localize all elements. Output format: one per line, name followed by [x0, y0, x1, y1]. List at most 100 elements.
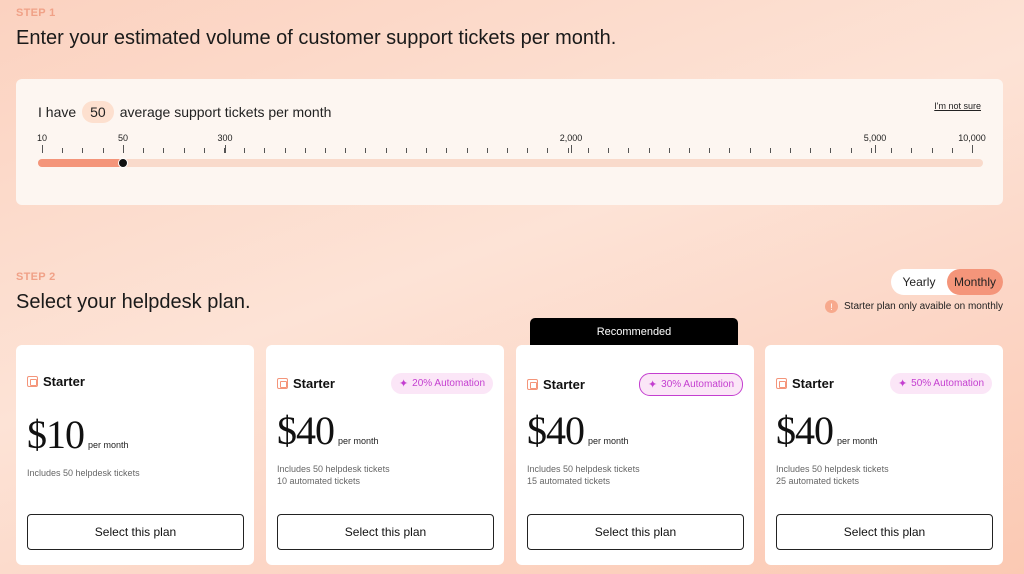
- plan-price-period: per month: [588, 436, 629, 446]
- slider-tick: [911, 148, 912, 153]
- slider-tick: [568, 148, 569, 153]
- plan-automated-tickets: 15 automated tickets: [527, 476, 611, 486]
- plan-price-period: per month: [88, 440, 129, 450]
- slider-tick: [62, 148, 63, 153]
- slider-tick: [184, 148, 185, 153]
- slider-fill: [38, 159, 123, 167]
- ticket-volume-card: I have 50 average support tickets per mo…: [16, 79, 1003, 205]
- automation-badge-text: 30% Automation: [661, 379, 734, 390]
- slider-tick: [689, 148, 690, 153]
- slider-tick: [163, 148, 164, 153]
- slider-major-tick: [123, 145, 124, 153]
- plan-name: Starter: [527, 377, 585, 392]
- select-plan-button[interactable]: Select this plan: [776, 514, 993, 550]
- select-plan-button[interactable]: Select this plan: [277, 514, 494, 550]
- plan-price: $40: [527, 408, 585, 453]
- plan-card-starter-20-automation: Starter ✦ 20% Automation $40 per month I…: [266, 345, 504, 565]
- automation-badge: ✦ 30% Automation: [638, 373, 743, 396]
- slider-track[interactable]: [38, 159, 983, 167]
- slider-tick: [952, 148, 953, 153]
- sparkle-icon: ✦: [398, 378, 409, 390]
- slider-tick: [386, 148, 387, 153]
- slider-tick: [750, 148, 751, 153]
- slider-tick: [891, 148, 892, 153]
- info-icon: !: [825, 300, 839, 313]
- plan-name: Starter: [277, 376, 335, 391]
- billing-period-toggle[interactable]: Yearly Monthly: [891, 269, 1003, 295]
- step2-label: STEP 2: [16, 271, 56, 283]
- plan-price-period: per month: [837, 436, 878, 446]
- tick-label-10: 10: [36, 133, 48, 143]
- not-sure-link[interactable]: I'm not sure: [934, 101, 981, 111]
- slider-tick: [446, 148, 447, 153]
- starter-monthly-note-text: Starter plan only avaible on monthly: [844, 301, 1003, 312]
- plan-included-tickets: Includes 50 helpdesk tickets: [776, 464, 889, 474]
- plan-card-starter-10: Starter $10 per month Includes 50 helpde…: [16, 345, 254, 565]
- automation-badge-text: 20% Automation: [412, 378, 485, 389]
- sparkle-icon: ✦: [647, 379, 658, 391]
- slider-tick: [285, 148, 286, 153]
- plan-icon: [527, 379, 538, 390]
- ticket-volume-value[interactable]: 50: [82, 101, 114, 123]
- plan-name-text: Starter: [43, 374, 85, 389]
- slider-tick: [628, 148, 629, 153]
- select-plan-button[interactable]: Select this plan: [527, 514, 744, 550]
- tick-label-50: 50: [117, 133, 129, 143]
- slider-tick: [830, 148, 831, 153]
- plan-automated-tickets: 10 automated tickets: [277, 476, 361, 486]
- slider-tick: [709, 148, 710, 153]
- plan-included-tickets: Includes 50 helpdesk tickets: [277, 464, 390, 474]
- volume-prefix: I have: [38, 104, 77, 120]
- slider-tick: [770, 148, 771, 153]
- slider-tick: [325, 148, 326, 153]
- plan-name-text: Starter: [543, 377, 585, 392]
- plan-header: Starter ✦ 30% Automation: [527, 373, 743, 396]
- slider-tick: [649, 148, 650, 153]
- slider-tick: [871, 148, 872, 153]
- plan-card-starter-50-automation: Starter ✦ 50% Automation $40 per month I…: [765, 345, 1003, 565]
- tick-label-5000: 5,000: [863, 133, 887, 143]
- slider-major-tick: [972, 145, 973, 153]
- billing-yearly-option[interactable]: Yearly: [891, 269, 947, 295]
- plan-name-text: Starter: [792, 376, 834, 391]
- plan-description: Includes 50 helpdesk tickets 15 automate…: [527, 463, 640, 487]
- slider-major-tick: [875, 145, 876, 153]
- plan-name: Starter: [776, 376, 834, 391]
- ticket-volume-slider[interactable]: 10 50 300 2,000 5,000 10,000: [36, 131, 986, 171]
- step1-title: Enter your estimated volume of customer …: [16, 27, 617, 49]
- plan-included-tickets: Includes 50 helpdesk tickets: [27, 468, 140, 478]
- starter-monthly-note: ! Starter plan only avaible on monthly: [825, 300, 1003, 313]
- slider-tick: [244, 148, 245, 153]
- slider-tick: [932, 148, 933, 153]
- select-plan-button[interactable]: Select this plan: [27, 514, 244, 550]
- plan-description: Includes 50 helpdesk tickets: [27, 467, 140, 479]
- slider-tick: [426, 148, 427, 153]
- plan-header: Starter ✦ 50% Automation: [776, 373, 992, 394]
- slider-major-tick: [571, 145, 572, 153]
- plan-price-row: $40 per month: [277, 407, 379, 454]
- billing-monthly-option[interactable]: Monthly: [947, 269, 1003, 295]
- plan-description: Includes 50 helpdesk tickets 25 automate…: [776, 463, 889, 487]
- tick-label-10000: 10,000: [958, 133, 986, 143]
- automation-badge-text: 50% Automation: [911, 378, 984, 389]
- slider-tick: [507, 148, 508, 153]
- slider-tick: [608, 148, 609, 153]
- slider-major-tick: [42, 145, 43, 153]
- slider-tick: [305, 148, 306, 153]
- plan-price: $40: [776, 408, 834, 453]
- slider-tick: [810, 148, 811, 153]
- slider-tick: [669, 148, 670, 153]
- step2-title: Select your helpdesk plan.: [16, 291, 251, 313]
- recommended-label: Recommended: [530, 318, 738, 346]
- slider-tick: [345, 148, 346, 153]
- volume-sentence: I have 50 average support tickets per mo…: [38, 101, 331, 123]
- plan-automated-tickets: 25 automated tickets: [776, 476, 860, 486]
- automation-badge: ✦ 50% Automation: [889, 373, 992, 394]
- slider-tick: [547, 148, 548, 153]
- plan-name-text: Starter: [293, 376, 335, 391]
- slider-thumb[interactable]: [118, 158, 128, 168]
- slider-tick: [264, 148, 265, 153]
- plan-price-row: $40 per month: [527, 407, 629, 454]
- slider-major-tick: [225, 145, 226, 153]
- plan-price: $40: [277, 408, 335, 453]
